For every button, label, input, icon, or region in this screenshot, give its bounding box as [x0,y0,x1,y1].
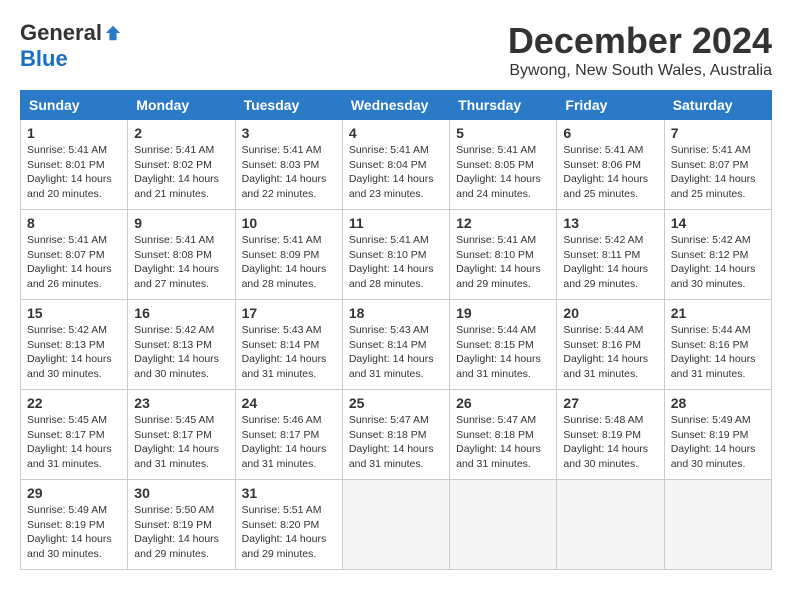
col-saturday: Saturday [664,91,771,120]
table-row: 5 Sunrise: 5:41 AMSunset: 8:05 PMDayligh… [450,120,557,210]
week-2: 8 Sunrise: 5:41 AMSunset: 8:07 PMDayligh… [21,210,772,300]
table-row: 8 Sunrise: 5:41 AMSunset: 8:07 PMDayligh… [21,210,128,300]
table-row: 10 Sunrise: 5:41 AMSunset: 8:09 PMDaylig… [235,210,342,300]
table-row: 24 Sunrise: 5:46 AMSunset: 8:17 PMDaylig… [235,390,342,480]
table-row: 21 Sunrise: 5:44 AMSunset: 8:16 PMDaylig… [664,300,771,390]
col-tuesday: Tuesday [235,91,342,120]
week-4: 22 Sunrise: 5:45 AMSunset: 8:17 PMDaylig… [21,390,772,480]
table-row: 19 Sunrise: 5:44 AMSunset: 8:15 PMDaylig… [450,300,557,390]
table-row-empty [450,480,557,570]
table-row: 3 Sunrise: 5:41 AMSunset: 8:03 PMDayligh… [235,120,342,210]
table-row: 15 Sunrise: 5:42 AMSunset: 8:13 PMDaylig… [21,300,128,390]
table-row: 30 Sunrise: 5:50 AMSunset: 8:19 PMDaylig… [128,480,235,570]
table-row: 27 Sunrise: 5:48 AMSunset: 8:19 PMDaylig… [557,390,664,480]
logo-icon [104,24,122,42]
table-row: 13 Sunrise: 5:42 AMSunset: 8:11 PMDaylig… [557,210,664,300]
logo-general-text: General [20,20,102,46]
logo: General Blue [20,20,122,72]
table-row: 9 Sunrise: 5:41 AMSunset: 8:08 PMDayligh… [128,210,235,300]
table-row: 16 Sunrise: 5:42 AMSunset: 8:13 PMDaylig… [128,300,235,390]
col-thursday: Thursday [450,91,557,120]
location-title: Bywong, New South Wales, Australia [508,62,772,80]
logo-blue-text: Blue [20,46,68,72]
header: General Blue December 2024 Bywong, New S… [20,20,772,80]
table-row: 7 Sunrise: 5:41 AMSunset: 8:07 PMDayligh… [664,120,771,210]
table-row: 11 Sunrise: 5:41 AMSunset: 8:10 PMDaylig… [342,210,449,300]
table-row: 1 Sunrise: 5:41 AMSunset: 8:01 PMDayligh… [21,120,128,210]
table-row: 6 Sunrise: 5:41 AMSunset: 8:06 PMDayligh… [557,120,664,210]
table-row: 18 Sunrise: 5:43 AMSunset: 8:14 PMDaylig… [342,300,449,390]
col-wednesday: Wednesday [342,91,449,120]
table-row-empty [342,480,449,570]
col-sunday: Sunday [21,91,128,120]
table-row: 31 Sunrise: 5:51 AMSunset: 8:20 PMDaylig… [235,480,342,570]
table-row: 14 Sunrise: 5:42 AMSunset: 8:12 PMDaylig… [664,210,771,300]
table-row: 23 Sunrise: 5:45 AMSunset: 8:17 PMDaylig… [128,390,235,480]
table-row: 26 Sunrise: 5:47 AMSunset: 8:18 PMDaylig… [450,390,557,480]
header-row: Sunday Monday Tuesday Wednesday Thursday… [21,91,772,120]
month-title: December 2024 [508,20,772,62]
table-row: 4 Sunrise: 5:41 AMSunset: 8:04 PMDayligh… [342,120,449,210]
table-row: 2 Sunrise: 5:41 AMSunset: 8:02 PMDayligh… [128,120,235,210]
table-row-empty [664,480,771,570]
table-row: 17 Sunrise: 5:43 AMSunset: 8:14 PMDaylig… [235,300,342,390]
table-row: 29 Sunrise: 5:49 AMSunset: 8:19 PMDaylig… [21,480,128,570]
title-area: December 2024 Bywong, New South Wales, A… [508,20,772,80]
table-row: 22 Sunrise: 5:45 AMSunset: 8:17 PMDaylig… [21,390,128,480]
week-3: 15 Sunrise: 5:42 AMSunset: 8:13 PMDaylig… [21,300,772,390]
table-row-empty [557,480,664,570]
table-row: 25 Sunrise: 5:47 AMSunset: 8:18 PMDaylig… [342,390,449,480]
col-friday: Friday [557,91,664,120]
col-monday: Monday [128,91,235,120]
week-1: 1 Sunrise: 5:41 AMSunset: 8:01 PMDayligh… [21,120,772,210]
table-row: 28 Sunrise: 5:49 AMSunset: 8:19 PMDaylig… [664,390,771,480]
week-5: 29 Sunrise: 5:49 AMSunset: 8:19 PMDaylig… [21,480,772,570]
calendar: Sunday Monday Tuesday Wednesday Thursday… [20,90,772,570]
table-row: 12 Sunrise: 5:41 AMSunset: 8:10 PMDaylig… [450,210,557,300]
table-row: 20 Sunrise: 5:44 AMSunset: 8:16 PMDaylig… [557,300,664,390]
